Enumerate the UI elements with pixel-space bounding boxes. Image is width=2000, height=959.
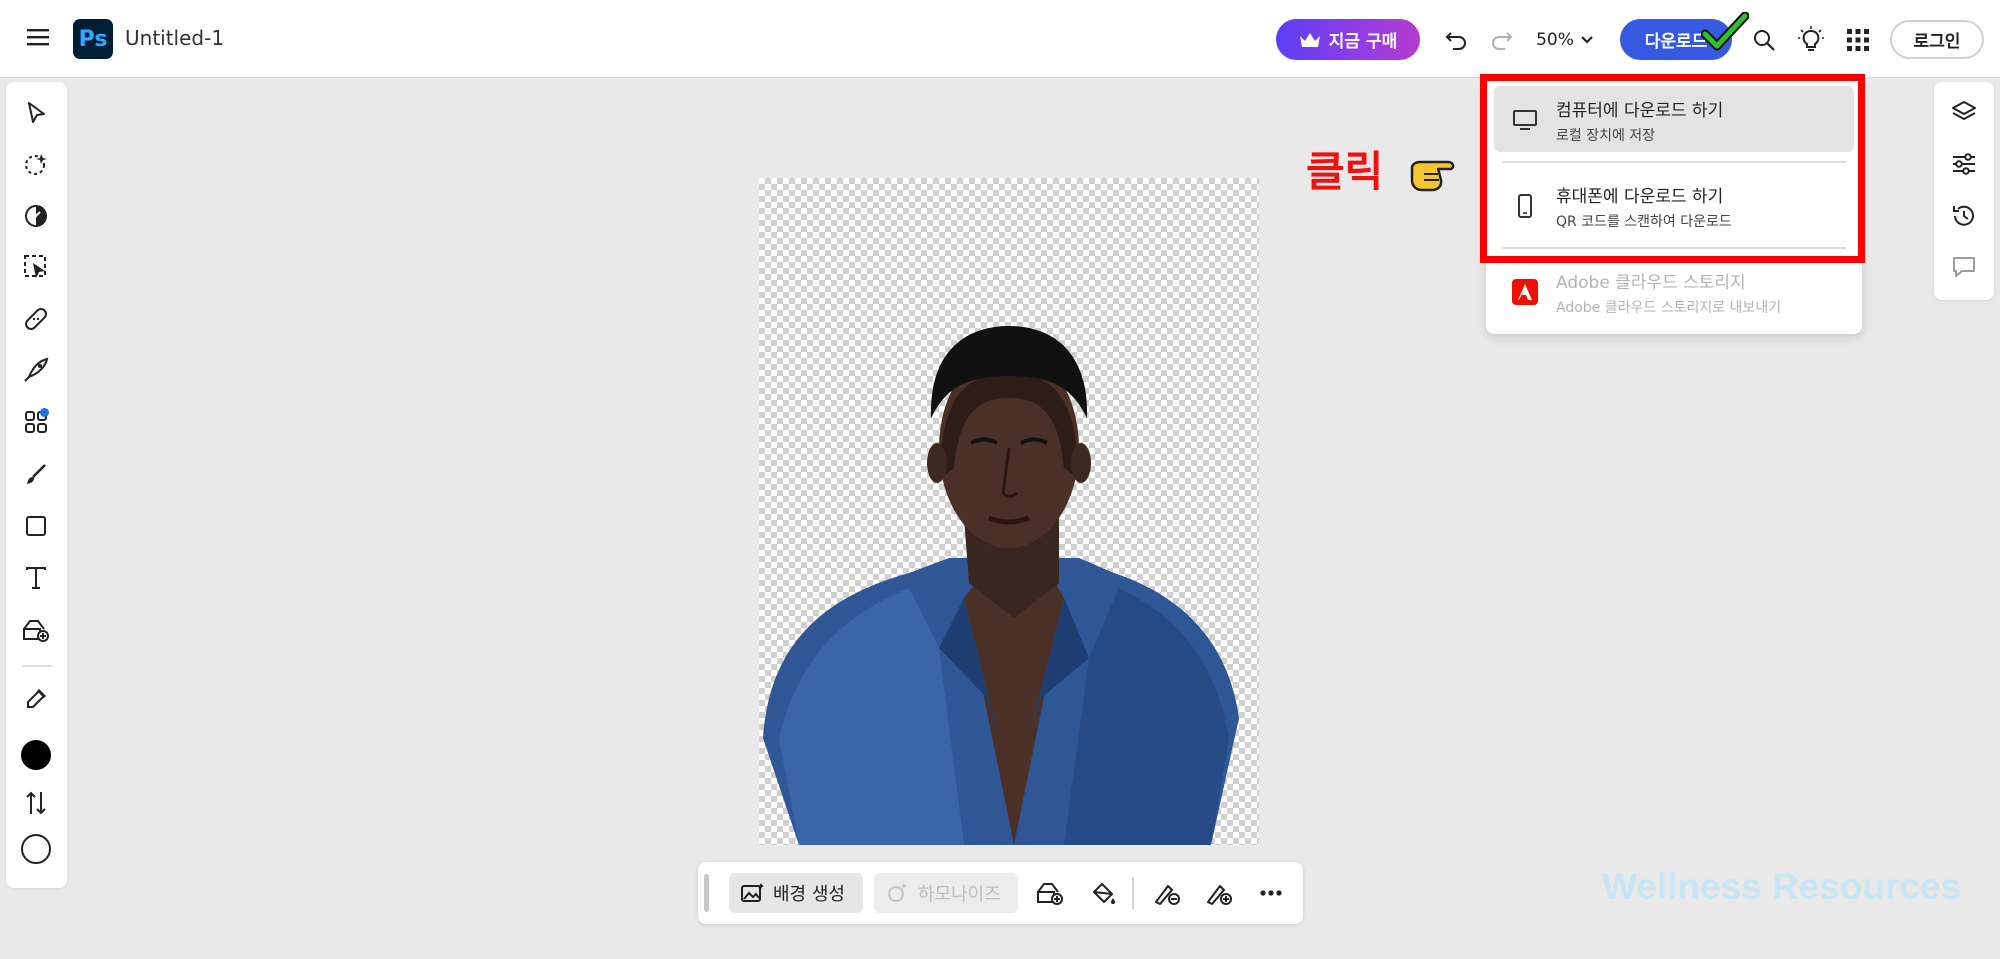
adobe-icon xyxy=(1512,279,1538,305)
quick-select-icon[interactable] xyxy=(16,144,56,184)
search-icon[interactable] xyxy=(1746,22,1782,58)
background-color-swatch[interactable] xyxy=(21,834,51,864)
photoshop-logo: Ps xyxy=(73,19,113,59)
brush-icon[interactable] xyxy=(16,454,56,494)
image-sparkle-icon xyxy=(741,883,764,902)
zoom-level: 50% xyxy=(1536,30,1574,50)
comments-icon[interactable] xyxy=(1944,247,1984,287)
menu-item-subtitle: Adobe 클라우드 스토리지로 내보내기 xyxy=(1556,300,1782,316)
select-icon[interactable] xyxy=(16,93,56,133)
download-label: 다운로드 xyxy=(1644,32,1708,52)
person-cutout-image xyxy=(763,326,1239,845)
heal-icon[interactable] xyxy=(16,299,56,339)
tool-divider xyxy=(22,665,52,667)
foreground-color-swatch[interactable] xyxy=(21,740,51,770)
harmonize-label: 하모나이즈 xyxy=(918,884,1001,905)
quick-actions-icon[interactable] xyxy=(16,350,56,390)
drag-handle[interactable] xyxy=(704,874,709,912)
right-panel-toolbar xyxy=(1934,82,1994,300)
harmonize-button: 하모나이즈 xyxy=(874,873,1018,913)
swap-colors-icon[interactable] xyxy=(16,783,56,823)
document-title[interactable]: Untitled-1 xyxy=(125,26,224,50)
generate-background-label: 배경 생성 xyxy=(773,884,845,905)
fill-bucket-icon[interactable] xyxy=(1085,875,1121,911)
menu-item-title: Adobe 클라우드 스토리지 xyxy=(1556,273,1746,293)
subtract-selection-icon[interactable] xyxy=(1149,875,1185,911)
harmonize-icon xyxy=(888,883,907,902)
buy-now-button[interactable]: 지금 구매 xyxy=(1276,19,1420,60)
object-select-icon[interactable] xyxy=(16,247,56,287)
pointing-hand-icon xyxy=(1408,150,1460,194)
green-check-icon xyxy=(1700,10,1750,55)
layers-icon[interactable] xyxy=(1944,92,1984,132)
crown-icon xyxy=(1299,32,1320,47)
history-icon[interactable] xyxy=(1944,196,1984,236)
hamburger-menu-icon[interactable] xyxy=(20,19,56,55)
shape-icon[interactable] xyxy=(16,506,56,546)
text-icon[interactable] xyxy=(16,558,56,598)
lightbulb-icon[interactable] xyxy=(1793,22,1829,58)
login-button[interactable]: 로그인 xyxy=(1890,20,1984,59)
generative-fill-icon[interactable] xyxy=(16,610,56,650)
contextual-taskbar: 배경 생성 하모나이즈 xyxy=(698,862,1303,924)
eyedropper-icon[interactable] xyxy=(16,679,56,719)
add-selection-icon[interactable] xyxy=(1201,875,1237,911)
click-annotation-label: 클릭 xyxy=(1306,147,1384,196)
watermark-text: Wellness Resources xyxy=(1602,866,1962,907)
buy-now-label: 지금 구매 xyxy=(1328,32,1398,52)
adjustments-icon[interactable] xyxy=(1944,144,1984,184)
zoom-dropdown[interactable]: 50% xyxy=(1530,22,1600,58)
highlight-box xyxy=(1480,74,1865,263)
generate-background-button[interactable]: 배경 생성 xyxy=(729,873,863,913)
generative-fill-icon[interactable] xyxy=(1032,875,1068,911)
apps-grid-icon[interactable] xyxy=(1840,22,1876,58)
left-toolbar xyxy=(6,82,67,888)
more-options-icon[interactable] xyxy=(1253,875,1289,911)
adjust-icon[interactable] xyxy=(16,196,56,236)
chevron-down-icon xyxy=(1581,36,1593,44)
taskbar-divider xyxy=(1132,877,1134,909)
notification-dot xyxy=(40,408,49,417)
canvas-artboard[interactable] xyxy=(759,178,1259,845)
undo-icon[interactable] xyxy=(1438,22,1474,58)
add-ons-icon[interactable] xyxy=(16,402,56,442)
top-bar: Ps Untitled-1 지금 구매 50% 다운로드 로그인 xyxy=(0,0,2000,78)
redo-icon[interactable] xyxy=(1484,22,1520,58)
adobe-cloud-storage-item: Adobe 클라우드 스토리지 Adobe 클라우드 스토리지로 내보내기 xyxy=(1494,258,1854,324)
